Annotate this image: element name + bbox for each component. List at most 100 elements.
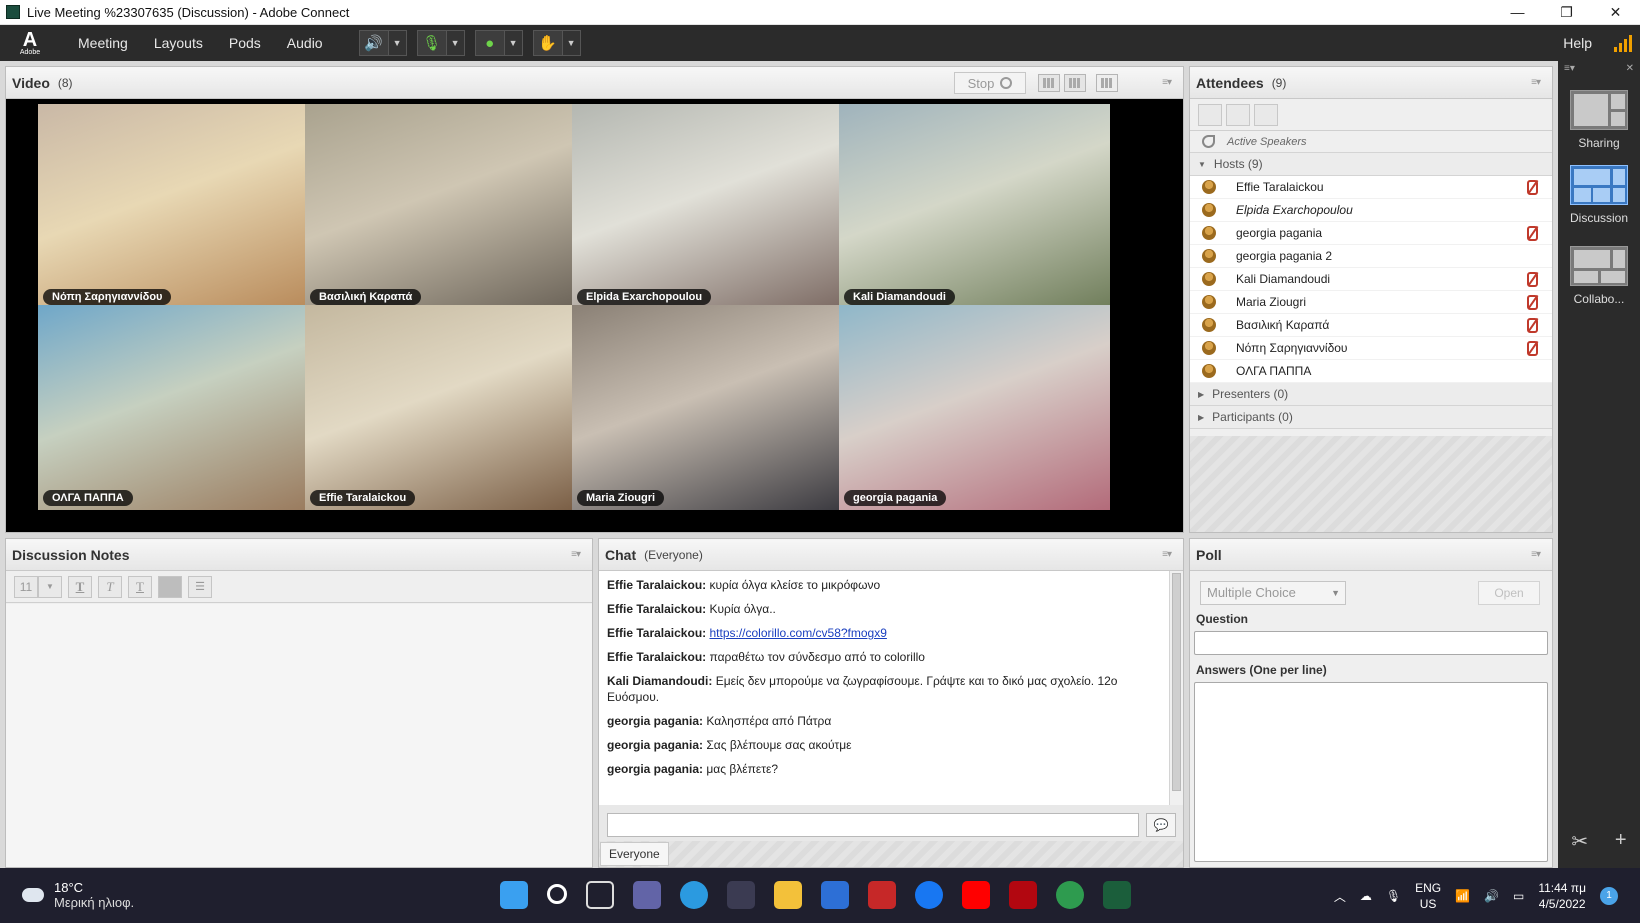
video-tile[interactable]: Effie Taralaickou: [305, 305, 576, 510]
status-dropdown[interactable]: ▼: [562, 30, 581, 56]
participants-section[interactable]: ▶ Participants (0): [1190, 406, 1552, 429]
hosts-section[interactable]: ▼ Hosts (9): [1190, 153, 1552, 176]
edge-icon[interactable]: [680, 881, 708, 909]
strip-menu-icon[interactable]: ≡▾: [1564, 63, 1575, 74]
poll-type-select[interactable]: Multiple Choice ▼: [1200, 581, 1346, 605]
language-indicator[interactable]: ENG US: [1415, 880, 1441, 912]
webcam-dropdown[interactable]: ▼: [504, 30, 523, 56]
status-view-icon[interactable]: [1254, 103, 1278, 126]
attendee-row[interactable]: Βασιλική Καραπά: [1190, 314, 1552, 337]
mic-muted-icon[interactable]: [1527, 226, 1538, 241]
netflix-icon[interactable]: [1009, 881, 1037, 909]
store-icon[interactable]: [727, 881, 755, 909]
attendee-row[interactable]: Kali Diamandoudi: [1190, 268, 1552, 291]
adobe-connect-icon[interactable]: [1103, 881, 1131, 909]
video-tile[interactable]: Νόπη Σαρηγιαννίδου: [38, 104, 309, 309]
menu-meeting[interactable]: Meeting: [78, 35, 128, 51]
bullet-list-icon[interactable]: ☰: [188, 575, 212, 598]
notes-editor[interactable]: [6, 604, 592, 867]
poll-open-button[interactable]: Open: [1478, 581, 1540, 605]
menu-pods[interactable]: Pods: [229, 35, 261, 51]
poll-question-input[interactable]: [1194, 631, 1548, 655]
pod-options-icon[interactable]: ≡▾: [1162, 77, 1172, 88]
filmstrip-view-icon[interactable]: [1064, 74, 1086, 92]
grid-view-icon[interactable]: [1038, 74, 1060, 92]
menu-layouts[interactable]: Layouts: [154, 35, 203, 51]
video-tile[interactable]: ΟΛΓΑ ΠΑΠΠΑ: [38, 305, 309, 510]
attendee-row[interactable]: georgia pagania: [1190, 222, 1552, 245]
microphone-icon[interactable]: 🎙: [416, 30, 447, 56]
windows-start-icon[interactable]: [500, 881, 528, 909]
volume-icon[interactable]: 🔊: [1484, 889, 1499, 903]
video-tile[interactable]: Maria Ziougri: [572, 305, 843, 510]
chevron-up-icon[interactable]: ︿: [1334, 888, 1346, 905]
microphone-dropdown[interactable]: ▼: [446, 30, 465, 56]
attendee-row[interactable]: ΟΛΓΑ ΠΑΠΠΑ: [1190, 360, 1552, 383]
pod-options-icon[interactable]: ≡▾: [1531, 77, 1541, 88]
send-message-icon[interactable]: 💬: [1146, 813, 1176, 837]
mic-muted-icon[interactable]: [1527, 295, 1538, 310]
battery-icon[interactable]: ▭: [1513, 889, 1524, 903]
video-tile[interactable]: Βασιλική Καραπά: [305, 104, 576, 309]
pod-options-icon[interactable]: ≡▾: [571, 549, 581, 560]
chrome-icon[interactable]: [1056, 881, 1084, 909]
search-icon[interactable]: [547, 884, 567, 904]
chat-message-input[interactable]: [607, 813, 1139, 837]
attendee-row[interactable]: Maria Ziougri: [1190, 291, 1552, 314]
facebook-icon[interactable]: [915, 881, 943, 909]
raise-hand-icon[interactable]: ✋: [532, 30, 563, 56]
pod-options-icon[interactable]: ≡▾: [1162, 549, 1172, 560]
list-view-icon[interactable]: [1198, 103, 1222, 126]
fullscreen-icon[interactable]: [1096, 74, 1118, 92]
speaker-dropdown[interactable]: ▼: [388, 30, 407, 56]
text-color-icon[interactable]: [158, 575, 182, 598]
mcafee-icon[interactable]: [868, 881, 896, 909]
video-tile[interactable]: georgia pagania: [839, 305, 1110, 510]
layout-sharing[interactable]: Sharing: [1568, 90, 1630, 150]
attendee-row[interactable]: georgia pagania 2: [1190, 245, 1552, 268]
weather-widget[interactable]: 18°C Μερική ηλιοφ.: [18, 880, 134, 910]
stop-video-button[interactable]: Stop: [954, 72, 1026, 94]
video-tile[interactable]: Kali Diamandoudi: [839, 104, 1110, 309]
presenters-section[interactable]: ▶ Presenters (0): [1190, 383, 1552, 406]
pod-options-icon[interactable]: ≡▾: [1531, 549, 1541, 560]
minimize-button[interactable]: —: [1493, 0, 1542, 25]
webcam-icon[interactable]: ●: [474, 30, 505, 56]
speaker-icon[interactable]: 🔊: [358, 30, 389, 56]
mic-muted-icon[interactable]: [1527, 180, 1538, 195]
app-icon[interactable]: [821, 881, 849, 909]
mic-muted-icon[interactable]: [1527, 318, 1538, 333]
layout-collaboration[interactable]: Collabo...: [1568, 246, 1630, 306]
menu-help[interactable]: Help: [1563, 25, 1592, 61]
poll-answers-input[interactable]: [1194, 682, 1548, 862]
onedrive-icon[interactable]: ☁: [1360, 889, 1372, 903]
tools-icon[interactable]: ✂: [1571, 829, 1588, 854]
clock[interactable]: 11:44 πμ 4/5/2022: [1538, 880, 1586, 912]
underline-icon[interactable]: T: [128, 575, 152, 598]
restore-button[interactable]: ❐: [1542, 0, 1591, 25]
strip-close-icon[interactable]: ✕: [1626, 63, 1634, 74]
wifi-icon[interactable]: 📶: [1455, 889, 1470, 903]
attendee-row[interactable]: Νόπη Σαρηγιαννίδου: [1190, 337, 1552, 360]
file-explorer-icon[interactable]: [774, 881, 802, 909]
task-view-icon[interactable]: [586, 881, 614, 909]
notification-badge[interactable]: 1: [1600, 887, 1618, 905]
chat-link[interactable]: https://colorillo.com/cv58?fmogx9: [709, 626, 886, 640]
microphone-tray-icon[interactable]: 🎙: [1386, 889, 1401, 903]
bold-icon[interactable]: T: [68, 575, 92, 598]
chat-scrollbar[interactable]: [1169, 571, 1183, 805]
attendee-row[interactable]: Elpida Exarchopoulou: [1190, 199, 1552, 222]
menu-audio[interactable]: Audio: [287, 35, 323, 51]
chat-tab-everyone[interactable]: Everyone: [600, 842, 669, 866]
font-size-dropdown[interactable]: ▼: [38, 575, 62, 598]
close-button[interactable]: ✕: [1591, 0, 1640, 25]
layout-discussion[interactable]: Discussion: [1568, 165, 1630, 225]
mic-muted-icon[interactable]: [1527, 272, 1538, 287]
breakout-view-icon[interactable]: [1226, 103, 1250, 126]
add-layout-icon[interactable]: +: [1615, 829, 1627, 854]
mic-muted-icon[interactable]: [1527, 341, 1538, 356]
font-size-select[interactable]: 11: [14, 575, 38, 598]
attendee-row[interactable]: Effie Taralaickou: [1190, 176, 1552, 199]
youtube-icon[interactable]: [962, 881, 990, 909]
teams-chat-icon[interactable]: [633, 881, 661, 909]
